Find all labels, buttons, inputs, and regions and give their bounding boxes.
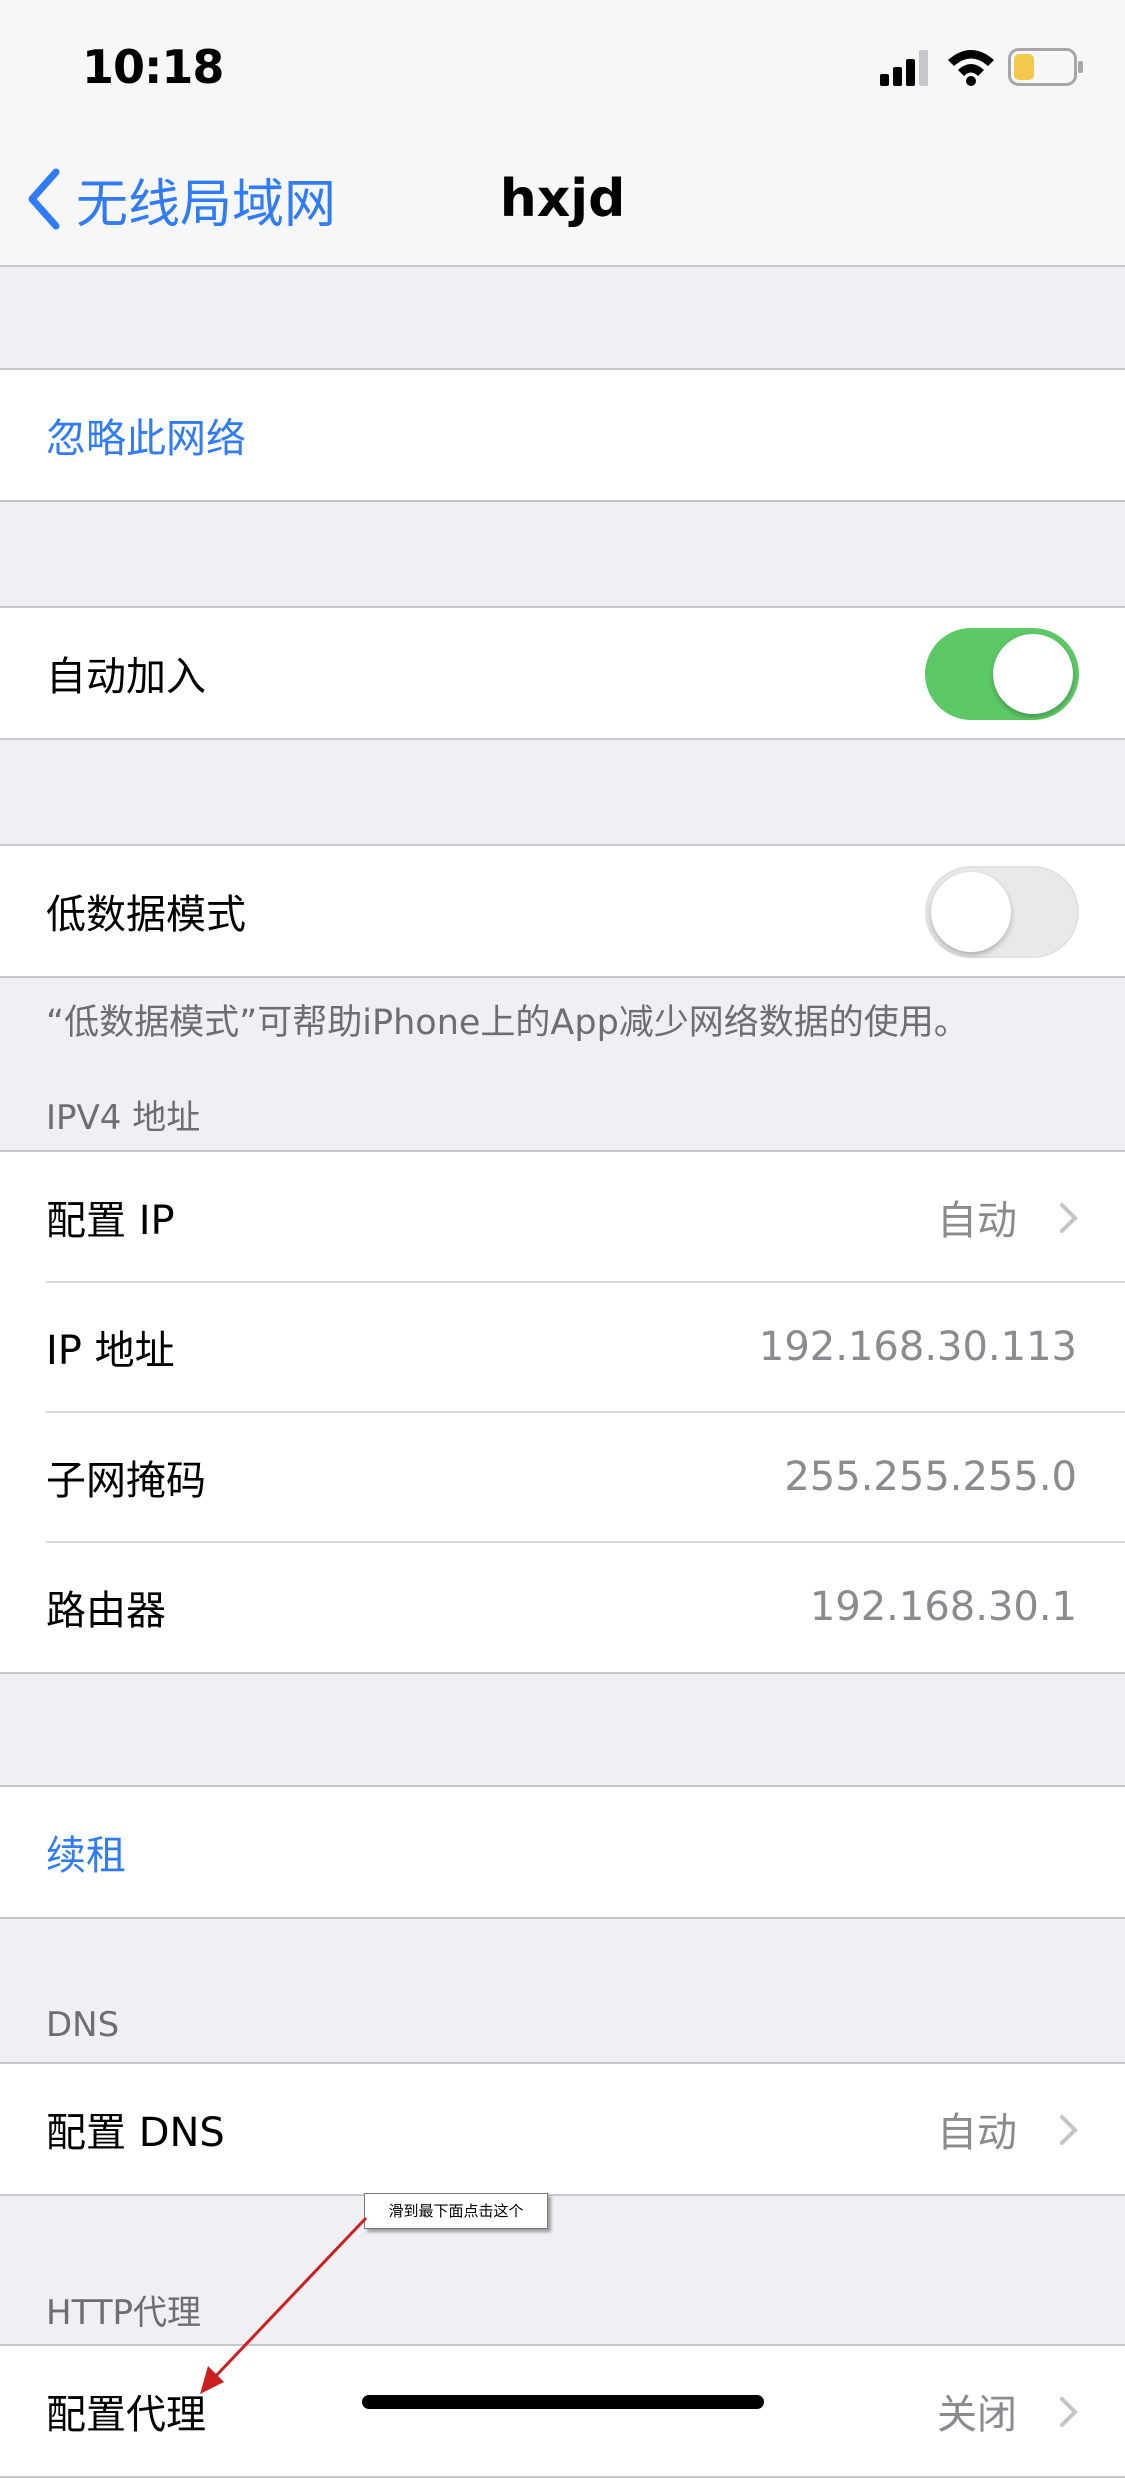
ip-address-label: IP 地址 xyxy=(46,1328,175,1374)
configure-proxy-label: 配置代理 xyxy=(46,2392,206,2438)
ipv4-group: 配置 IP 自动 IP 地址 192.168.30.113 子网掩码 255.2… xyxy=(0,1150,1125,1674)
dns-group: 配置 DNS 自动 xyxy=(0,2062,1125,2196)
low-data-group: 低数据模式 xyxy=(0,844,1125,978)
auto-join-label: 自动加入 xyxy=(46,654,206,700)
cellular-signal-icon xyxy=(880,50,928,86)
configure-proxy-row[interactable]: 配置代理 关闭 xyxy=(0,2346,1125,2476)
chevron-right-icon xyxy=(1060,1203,1078,1233)
low-data-row: 低数据模式 xyxy=(0,846,1125,976)
low-data-label: 低数据模式 xyxy=(46,892,246,938)
subnet-mask-value: 255.255.255.0 xyxy=(784,1454,1077,1500)
annotation-arrow-icon xyxy=(200,2216,368,2394)
configure-dns-value: 自动 xyxy=(937,2110,1017,2156)
wifi-icon xyxy=(948,50,994,86)
ipv4-section-header: IPV4 地址 xyxy=(46,1098,201,1138)
configure-dns-row[interactable]: 配置 DNS 自动 xyxy=(0,2064,1125,2194)
configure-proxy-value: 关闭 xyxy=(937,2392,1017,2438)
router-value: 192.168.30.1 xyxy=(809,1584,1077,1630)
dns-section-header: DNS xyxy=(46,2005,120,2045)
annotation-callout: 滑到最下面点击这个 xyxy=(364,2193,548,2229)
chevron-right-icon xyxy=(1060,2397,1078,2427)
http-proxy-section-header: HTTP代理 xyxy=(46,2293,202,2333)
configure-ip-row[interactable]: 配置 IP 自动 xyxy=(0,1152,1125,1282)
navigation-bar: 无线局域网 hxjd xyxy=(0,140,1125,267)
low-data-toggle[interactable] xyxy=(925,866,1079,958)
configure-ip-label: 配置 IP xyxy=(46,1198,175,1244)
forget-network-label: 忽略此网络 xyxy=(46,416,246,462)
subnet-mask-row: 子网掩码 255.255.255.0 xyxy=(0,1411,1125,1542)
renew-lease-label: 续租 xyxy=(46,1833,126,1879)
configure-ip-value: 自动 xyxy=(937,1198,1017,1244)
status-time: 10:18 xyxy=(82,40,224,94)
ip-address-value: 192.168.30.113 xyxy=(758,1324,1077,1370)
auto-join-toggle[interactable] xyxy=(925,628,1079,720)
auto-join-group: 自动加入 xyxy=(0,606,1125,740)
battery-icon xyxy=(1008,48,1083,86)
low-data-footnote: “低数据模式”可帮助iPhone上的App减少网络数据的使用。 xyxy=(46,1003,969,1043)
status-bar: 10:18 xyxy=(0,0,1125,140)
renew-lease-row[interactable]: 续租 xyxy=(0,1787,1125,1917)
toggle-knob xyxy=(993,634,1073,714)
forget-network-group: 忽略此网络 xyxy=(0,368,1125,502)
toggle-knob xyxy=(931,872,1011,952)
http-proxy-group: 配置代理 关闭 xyxy=(0,2344,1125,2478)
chevron-right-icon xyxy=(1060,2115,1078,2145)
configure-dns-label: 配置 DNS xyxy=(46,2110,225,2156)
home-indicator[interactable] xyxy=(362,2395,764,2409)
renew-lease-group: 续租 xyxy=(0,1785,1125,1919)
ip-address-row: IP 地址 192.168.30.113 xyxy=(0,1281,1125,1412)
router-row: 路由器 192.168.30.1 xyxy=(0,1541,1125,1672)
subnet-mask-label: 子网掩码 xyxy=(46,1458,206,1504)
auto-join-row: 自动加入 xyxy=(0,608,1125,738)
forget-network-row[interactable]: 忽略此网络 xyxy=(0,370,1125,500)
page-title: hxjd xyxy=(499,169,626,229)
router-label: 路由器 xyxy=(46,1588,166,1634)
